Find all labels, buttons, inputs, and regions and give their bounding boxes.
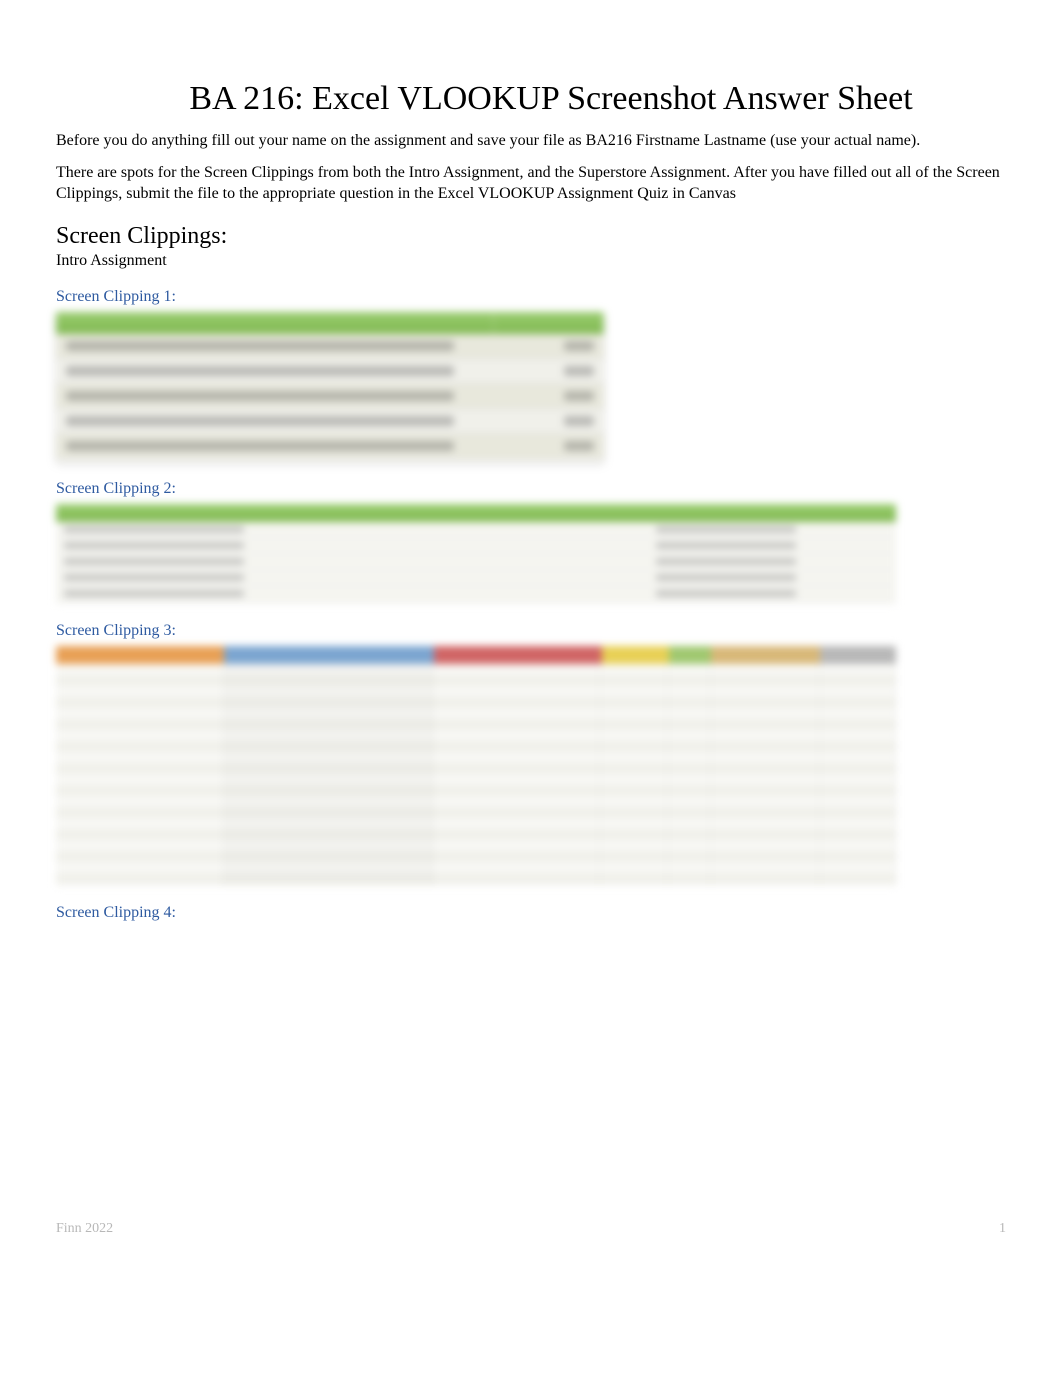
subsection-label: Intro Assignment bbox=[56, 252, 1006, 270]
clip-3-label: Screen Clipping 3: bbox=[56, 622, 1006, 640]
intro-paragraph-1: Before you do anything fill out your nam… bbox=[56, 130, 1006, 152]
footer: Finn 2022 1 bbox=[56, 1221, 1006, 1237]
clip-2-label: Screen Clipping 2: bbox=[56, 480, 1006, 498]
clip-1-label: Screen Clipping 1: bbox=[56, 288, 1006, 306]
page-title: BA 216: Excel VLOOKUP Screenshot Answer … bbox=[96, 80, 1006, 118]
screenshot-3 bbox=[56, 646, 896, 886]
section-heading: Screen Clippings: bbox=[56, 223, 1006, 250]
footer-author: Finn 2022 bbox=[56, 1221, 113, 1237]
intro-paragraph-2: There are spots for the Screen Clippings… bbox=[56, 162, 1006, 205]
page-number: 1 bbox=[999, 1221, 1006, 1237]
screenshot-1 bbox=[56, 312, 604, 462]
screenshot-2 bbox=[56, 504, 896, 604]
clip-4-label: Screen Clipping 4: bbox=[56, 904, 1006, 922]
